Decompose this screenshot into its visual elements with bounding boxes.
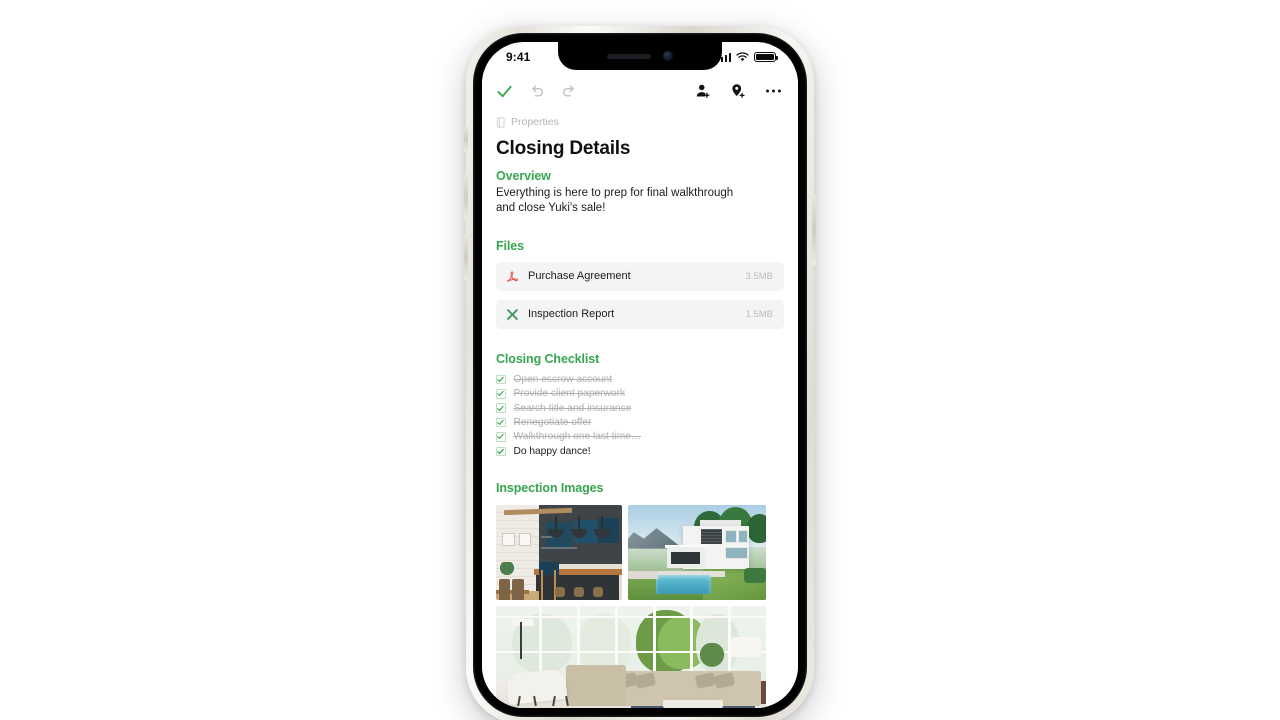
checklist-item-label: Walkthrough one last time… [513,431,642,443]
overview-body: Everything is here to prep for final wal… [496,187,734,215]
checkbox-icon[interactable] [496,403,506,413]
checklist-item[interactable]: Search title and insurance [496,401,784,415]
right-letterbox [1258,0,1280,720]
checkbox-icon[interactable] [496,374,506,385]
checklist-item-label: Open escrow account [513,373,613,385]
files-heading: Files [496,238,524,253]
inspection-image-living-room[interactable] [496,605,766,708]
checklist-item[interactable]: Walkthrough one last time… [496,430,784,444]
more-options-icon[interactable] [765,88,782,94]
checkbox-icon[interactable] [496,389,506,399]
add-location-icon[interactable] [730,83,746,99]
breadcrumb[interactable]: Properties [496,116,784,128]
volume-up-button[interactable] [464,174,468,220]
checklist-item[interactable]: Open escrow account [496,373,784,387]
phone-screen: 9:41 Properties Closing Details Overview… [482,42,798,708]
overview-heading: Overview [496,169,551,183]
earpiece-speaker-icon [607,53,651,59]
toolbar-right-group [695,83,782,99]
checklist-item-label: Provide client paperwork [513,388,626,400]
page-title: Closing Details [496,138,631,159]
screenshot-stage: 9:41 Properties Closing Details Overview… [0,0,1280,720]
checklist-item-label: Renegotiate offer [513,417,592,429]
checklist-heading: Closing Checklist [496,351,600,366]
images-heading: Inspection Images [496,480,604,495]
excel-file-icon [507,308,518,320]
file-name: Inspection Report [528,308,615,321]
inspection-image-kitchen[interactable] [496,504,622,600]
power-button[interactable] [812,194,816,266]
document-body: Properties Closing Details Overview Ever… [482,110,798,708]
left-letterbox [0,0,22,720]
inspection-image-exterior[interactable] [628,504,766,600]
redo-icon[interactable] [561,83,577,99]
file-size: 3.5MB [745,270,773,282]
checklist-item[interactable]: Renegotiate offer [496,416,784,430]
checkmark-icon[interactable] [496,83,513,100]
undo-icon[interactable] [529,83,545,99]
mute-switch-button[interactable] [464,126,468,152]
app-toolbar [482,72,798,110]
add-person-icon[interactable] [695,83,711,99]
file-size: 1.5MB [745,308,773,320]
checkbox-icon[interactable] [496,432,506,442]
phone-device-frame: 9:41 Properties Closing Details Overview… [464,26,816,720]
volume-down-button[interactable] [464,234,468,280]
battery-full-icon [754,51,779,63]
toolbar-left-group [496,83,577,100]
checklist-item[interactable]: Provide client paperwork [496,387,784,401]
checklist-item-label: Do happy dance! [513,445,591,457]
pdf-file-icon [506,270,519,282]
status-bar-indicators [716,51,779,63]
front-camera-icon [663,51,673,61]
file-row[interactable]: Inspection Report 1.5MB [496,299,784,329]
status-bar-time: 9:41 [506,50,531,64]
wifi-icon [736,52,749,62]
phone-bezel: 9:41 Properties Closing Details Overview… [473,33,807,717]
file-row[interactable]: Purchase Agreement 3.5MB [496,261,784,291]
properties-notebook-icon [496,116,505,128]
file-name: Purchase Agreement [528,270,631,283]
checklist-item-label: Search title and insurance [513,402,632,414]
breadcrumb-label: Properties [511,116,559,128]
checklist-item[interactable]: Do happy dance! [496,445,784,459]
image-grid [496,504,784,600]
device-notch [558,42,722,70]
checkbox-icon[interactable] [496,417,506,428]
checkbox-icon[interactable] [496,446,506,457]
